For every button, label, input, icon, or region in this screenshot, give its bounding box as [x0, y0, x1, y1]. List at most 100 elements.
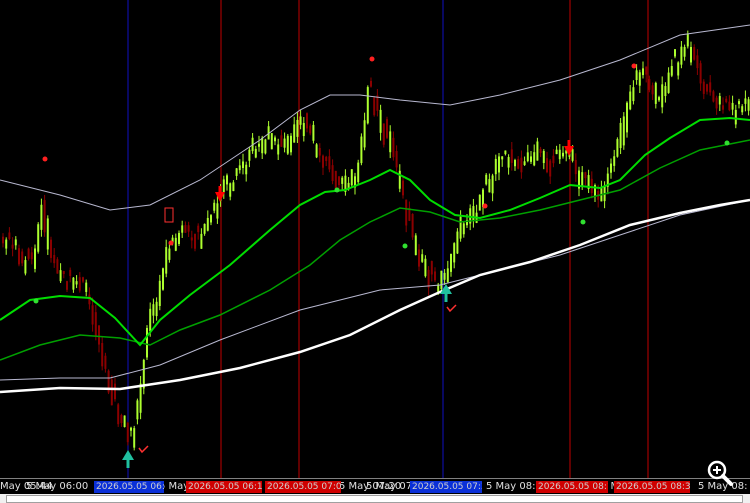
- candle-body: [146, 327, 148, 358]
- green-dot-marker: [334, 187, 340, 193]
- time-tick-label: 5 May 06:00: [26, 481, 89, 492]
- candle-body: [738, 101, 740, 105]
- candle-body: [418, 249, 420, 267]
- candle-body: [424, 258, 427, 277]
- candle-body: [27, 248, 30, 259]
- candle-body: [658, 97, 660, 101]
- candle-body: [670, 66, 673, 76]
- candle-body: [558, 149, 561, 160]
- candle-body: [530, 156, 532, 162]
- candle-body: [53, 255, 56, 264]
- candle-body: [334, 170, 337, 190]
- red-dot-marker: [369, 56, 375, 62]
- sell-arrow-icon: [567, 140, 571, 147]
- candle-body: [213, 202, 216, 211]
- buy-arrow-icon: [126, 459, 130, 468]
- candle-body: [155, 301, 158, 317]
- candle-body: [706, 84, 708, 92]
- candle-body: [395, 151, 398, 168]
- candle-body: [616, 139, 619, 157]
- zoom-button[interactable]: [705, 459, 735, 489]
- candle-body: [30, 252, 33, 260]
- candle-body: [715, 97, 718, 109]
- lower-band-line: [0, 199, 750, 381]
- candle-body: [494, 158, 497, 175]
- candle-body: [507, 157, 510, 168]
- candle-body: [254, 148, 257, 158]
- candle-body: [197, 225, 200, 233]
- candle-body: [555, 149, 558, 155]
- upper-band-line: [0, 24, 750, 211]
- candle-body: [114, 383, 116, 400]
- candle-body: [677, 62, 680, 76]
- red-dot-marker: [168, 240, 174, 246]
- candle-body: [373, 97, 376, 116]
- candle-body: [491, 175, 494, 194]
- candle-body: [274, 137, 276, 142]
- candle-body: [46, 218, 49, 250]
- candle-body: [693, 47, 696, 60]
- candle-body: [718, 96, 721, 105]
- green-dot-marker: [580, 219, 586, 225]
- candle-body: [536, 141, 539, 161]
- candle-body: [14, 239, 17, 246]
- candle-body: [546, 158, 548, 173]
- candle-body: [242, 161, 244, 168]
- candle-body: [667, 72, 670, 93]
- red-dot-marker: [482, 203, 488, 209]
- red-dot-marker: [631, 63, 637, 69]
- price-chart[interactable]: [0, 0, 750, 478]
- candle-body: [120, 414, 123, 424]
- candle-body: [94, 312, 97, 336]
- candle-body: [517, 158, 520, 169]
- candle-body: [229, 183, 232, 197]
- candle-body: [709, 82, 712, 93]
- candle-body: [498, 156, 500, 173]
- candle-body: [194, 233, 196, 249]
- green-dot-marker: [33, 298, 39, 304]
- candle-body: [722, 105, 724, 110]
- candle-body: [514, 159, 516, 167]
- candle-body: [478, 194, 481, 211]
- candle-body: [216, 203, 219, 219]
- candle-body: [117, 404, 120, 425]
- buy-arrow-icon: [122, 450, 134, 460]
- candle-body: [712, 91, 715, 102]
- fast-moving-average-line: [0, 116, 750, 347]
- candle-body: [542, 150, 545, 164]
- sell-arrow-icon: [218, 186, 222, 193]
- candle-body: [520, 157, 523, 173]
- candle-body: [136, 400, 139, 420]
- candle-body: [104, 355, 107, 369]
- candle-body: [82, 277, 84, 282]
- candle-body: [75, 281, 78, 285]
- candle-body: [190, 237, 193, 241]
- candle-body: [98, 325, 100, 345]
- candle-body: [162, 268, 164, 290]
- candle-body: [696, 55, 699, 69]
- candle-body: [533, 152, 536, 166]
- candle-body: [130, 427, 132, 431]
- candle-body: [523, 161, 526, 166]
- time-marker-tag: 2026.05.05 07:34: [410, 481, 482, 493]
- candle-body: [434, 271, 436, 281]
- candle-body: [139, 383, 142, 413]
- candle-body: [110, 379, 113, 406]
- candle-body: [40, 204, 43, 230]
- candle-body: [62, 270, 65, 274]
- candle-body: [389, 131, 392, 153]
- time-marker-tag: 2026.05.05 06:00: [94, 481, 164, 493]
- candle-body: [632, 87, 635, 102]
- candle-body: [309, 125, 312, 134]
- candle-body: [18, 248, 20, 265]
- candle-body: [11, 244, 14, 249]
- candle-body: [178, 232, 180, 245]
- candle-body: [446, 268, 449, 283]
- candle-body: [235, 168, 238, 176]
- indicator-lines: [0, 24, 750, 394]
- period-separators: [127, 0, 649, 478]
- candle-body: [635, 70, 638, 81]
- candle-body: [488, 179, 491, 193]
- candle-body: [72, 277, 75, 290]
- candle-body: [590, 178, 593, 194]
